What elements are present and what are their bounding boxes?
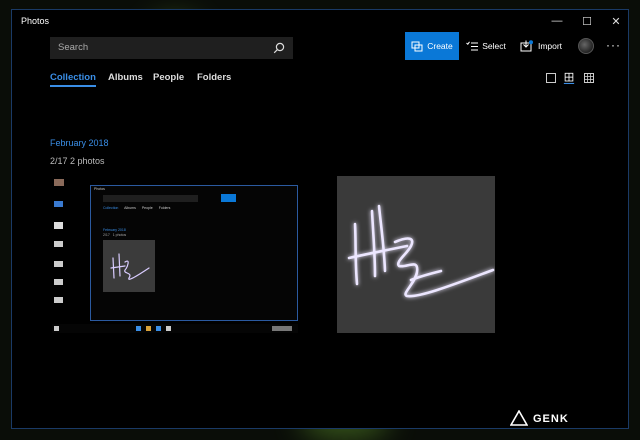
maximize-button[interactable]: ☐ [575, 12, 599, 30]
mini-search [103, 195, 198, 202]
tab-albums[interactable]: Albums [108, 72, 143, 83]
create-icon [411, 41, 423, 51]
account-avatar[interactable] [578, 38, 594, 54]
tab-collection[interactable]: Collection [50, 72, 96, 87]
date-subheader: 2/17 2 photos [50, 156, 105, 166]
mini-photos-window: Photos Collection Albums People Folders … [90, 185, 298, 321]
photo-thumbnail-screenshot[interactable]: Photos Collection Albums People Folders … [52, 179, 298, 334]
watermark: GENK [533, 413, 569, 425]
toolbar: Search Create Select Import ··· [12, 32, 628, 68]
select-list-icon [466, 41, 479, 51]
medium-view-icon[interactable] [563, 72, 575, 84]
search-placeholder: Search [58, 42, 89, 53]
minimize-icon: — [551, 15, 563, 27]
import-icon [520, 40, 533, 52]
mini-month: February 2018 [103, 228, 126, 232]
mini-window-title: Photos [94, 187, 105, 191]
month-header[interactable]: February 2018 [50, 138, 109, 148]
desktop-icons [54, 179, 68, 309]
tab-folders[interactable]: Folders [197, 72, 231, 83]
mini-tabs: Collection Albums People Folders [103, 206, 171, 210]
more-options-icon[interactable]: ··· [606, 38, 621, 52]
mini-taskbar [52, 324, 298, 333]
select-button[interactable]: Select [464, 32, 508, 60]
import-button[interactable]: Import [517, 32, 565, 60]
window-title: Photos [21, 16, 50, 26]
mini-create-button [221, 194, 236, 202]
mini-date-line: 2/17 1 photos [103, 233, 127, 237]
minimize-button[interactable]: — [545, 12, 569, 30]
search-icon[interactable] [273, 42, 285, 54]
photo-thumbnail-signature[interactable] [337, 176, 495, 333]
small-view-icon[interactable] [583, 72, 595, 84]
title-bar: Photos — ☐ ✕ [12, 10, 628, 32]
mini-signature-photo [103, 240, 155, 292]
close-icon: ✕ [611, 15, 621, 28]
select-label: Select [482, 41, 506, 51]
close-button[interactable]: ✕ [604, 12, 628, 30]
large-view-icon[interactable] [545, 72, 557, 84]
create-button[interactable]: Create [405, 32, 459, 60]
tab-people[interactable]: People [153, 72, 184, 83]
search-input[interactable]: Search [50, 37, 293, 59]
genk-logo-icon [510, 410, 528, 426]
import-label: Import [537, 41, 563, 51]
photos-window: Photos — ☐ ✕ Search Create Select Import… [11, 9, 629, 429]
create-label: Create [427, 41, 453, 51]
maximize-icon: ☐ [582, 15, 592, 28]
